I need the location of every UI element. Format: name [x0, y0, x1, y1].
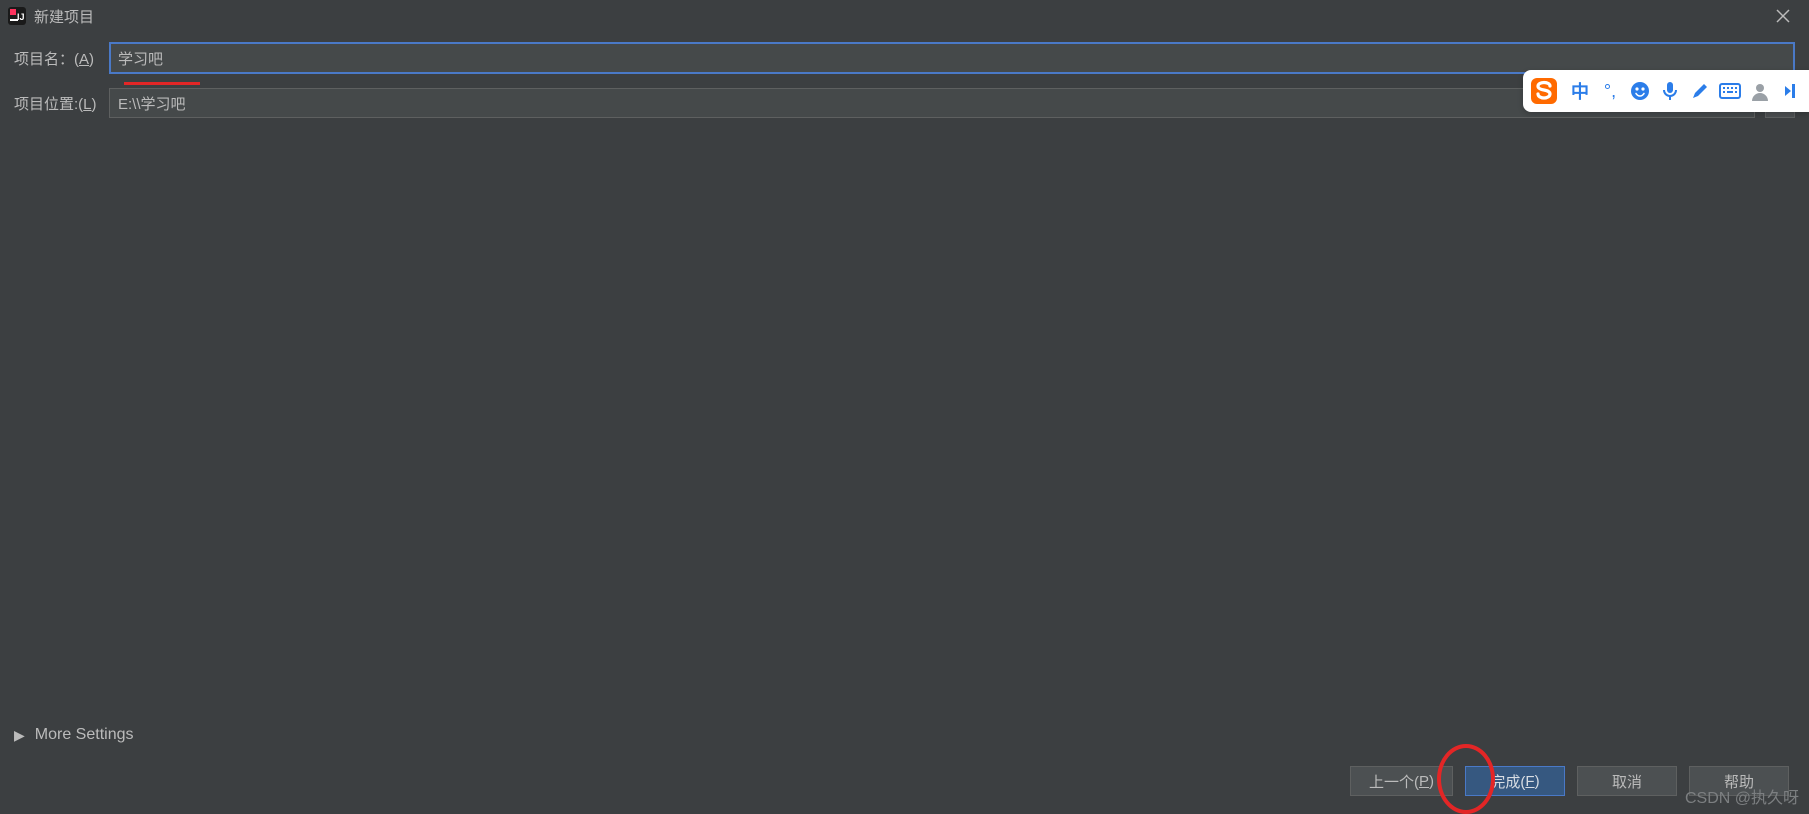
- cancel-button[interactable]: 取消: [1577, 766, 1677, 796]
- ime-logo[interactable]: [1525, 72, 1563, 110]
- keyboard-icon: [1719, 83, 1741, 99]
- ime-emoji-button[interactable]: [1625, 76, 1655, 106]
- ime-mic-button[interactable]: [1655, 76, 1685, 106]
- ime-keyboard-button[interactable]: [1715, 76, 1745, 106]
- more-settings-expander[interactable]: ▶ More Settings: [14, 726, 134, 744]
- collapse-icon: [1783, 82, 1797, 100]
- svg-text:IJ: IJ: [17, 12, 25, 22]
- mic-icon: [1661, 81, 1679, 101]
- pencil-icon: [1690, 81, 1710, 101]
- annotation-underline: [124, 82, 200, 85]
- ime-collapse-button[interactable]: [1775, 76, 1805, 106]
- close-button[interactable]: [1765, 2, 1801, 30]
- more-settings-label: More Settings: [35, 726, 134, 744]
- user-icon: [1750, 81, 1770, 101]
- ime-edit-button[interactable]: [1685, 76, 1715, 106]
- ime-lang-button[interactable]: 中: [1565, 76, 1595, 106]
- previous-button[interactable]: 上一个(P): [1350, 766, 1453, 796]
- window-title: 新建项目: [34, 6, 94, 27]
- ime-toolbar: 中 °,: [1523, 70, 1809, 112]
- sogou-s-icon: [1529, 76, 1559, 106]
- help-button[interactable]: 帮助: [1689, 766, 1789, 796]
- project-name-row: 项目名：(A): [14, 42, 1795, 74]
- ime-punctuation-button[interactable]: °,: [1595, 76, 1625, 106]
- chevron-right-icon: ▶: [14, 727, 25, 744]
- app-icon: IJ: [8, 7, 26, 25]
- ime-user-button[interactable]: [1745, 76, 1775, 106]
- emoji-icon: [1630, 81, 1650, 101]
- finish-button[interactable]: 完成(F): [1465, 766, 1565, 796]
- titlebar: IJ 新建项目: [0, 0, 1809, 32]
- close-icon: [1776, 9, 1790, 23]
- project-location-input[interactable]: [109, 88, 1755, 118]
- button-bar: 上一个(P) 完成(F) 取消 帮助: [1350, 766, 1789, 796]
- project-location-label: 项目位置:(L): [14, 93, 109, 114]
- project-name-label: 项目名：(A): [14, 48, 109, 69]
